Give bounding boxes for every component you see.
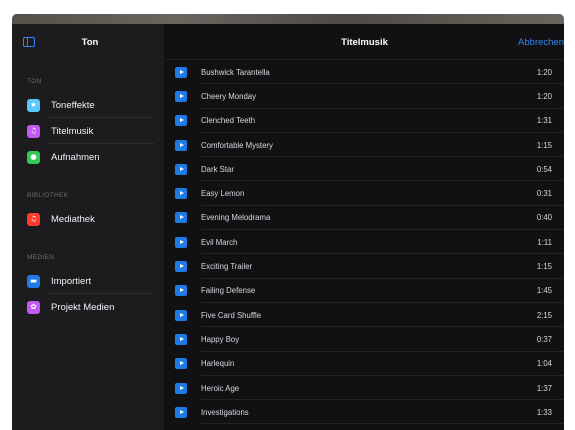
sidebar-item-aufnahmen[interactable]: ● Aufnahmen [12,144,164,170]
sidebar-item-label: Mediathek [51,213,95,225]
track-duration: 1:37 [536,383,552,393]
sidebar-header: Ton [12,24,164,60]
track-duration: 1:45 [536,286,552,296]
play-icon[interactable] [175,261,187,273]
play-icon[interactable] [175,212,187,224]
track-name: Evil March [201,237,238,247]
track-name: Clenched Teeth [201,116,256,126]
track-row[interactable]: Exciting Trailer 1:15 [165,254,564,279]
play-icon[interactable] [175,358,187,370]
sidebar-item-importiert[interactable]: ▬ Importiert [12,268,164,294]
track-name: Heroic Age [201,383,240,393]
play-icon[interactable] [175,333,187,345]
play-icon[interactable] [175,66,187,78]
music-note-icon: ♫ [27,124,40,138]
track-duration: 0:54 [536,164,552,174]
music-library-icon: ♫ [27,212,40,226]
track-duration: 1:33 [536,407,552,417]
track-duration: 2:15 [536,310,552,320]
play-icon[interactable] [175,115,187,127]
sidebar-item-label: Projekt Medien [51,301,115,313]
track-duration: 1:11 [537,237,552,247]
track-name: Evening Melodrama [201,213,271,223]
section-label: MEDIEN [27,254,55,261]
track-row[interactable]: Cheery Monday 1:20 [165,84,564,109]
track-duration: 1:20 [536,91,552,101]
play-icon[interactable] [175,236,187,248]
photos-icon: ✿ [27,300,40,314]
track-row[interactable]: Evening Melodrama 0:40 [165,206,564,231]
track-row[interactable]: Bushwick Tarantella 1:20 [165,60,564,85]
track-row[interactable]: Clenched Teeth 1:31 [165,109,564,134]
track-row[interactable]: Happy Boy 0:37 [165,327,564,352]
track-duration: 0:37 [536,334,552,344]
track-duration: 1:15 [536,140,552,150]
track-name: Exciting Trailer [201,262,253,272]
track-name: Investigations [201,407,249,417]
sidebar-item-projekt-medien[interactable]: ✿ Projekt Medien [12,294,164,320]
sidebar-item-toneffekte[interactable]: ★ Toneffekte [12,92,164,118]
track-row[interactable]: Heroic Age 1:37 [165,376,564,401]
track-name: Harlequin [201,359,235,369]
track-name: Happy Boy [201,334,240,344]
microphone-icon: ● [27,150,40,164]
track-row[interactable]: Evil March 1:11 [165,230,564,255]
track-duration: 1:04 [536,359,552,369]
sidebar-item-label: Titelmusik [51,125,94,137]
play-icon[interactable] [175,90,187,102]
folder-icon: ▬ [27,274,40,288]
sidebar-item-titelmusik[interactable]: ♫ Titelmusik [12,118,164,144]
star-icon: ★ [27,98,40,112]
sidebar-sections: TON ★ Toneffekte ♫ Titelmusik ● Aufnahmen BIBLI… [12,78,164,320]
track-name: Bushwick Tarantella [201,67,270,77]
track-name: Failing Defense [201,286,256,296]
track-duration: 1:20 [536,67,552,77]
main-panel: Titelmusik Abbrechen Bushwick Tarantella… [165,24,564,430]
main-header: Titelmusik Abbrechen [165,24,564,60]
track-duration: 0:31 [536,189,552,199]
track-list: Bushwick Tarantella 1:20 Cheery Monday 1:20… [165,60,564,425]
sidebar-item-label: Toneffekte [51,99,95,111]
track-name: Dark Star [201,164,234,174]
section-label: BIBLIOTHEK [27,192,69,199]
track-row[interactable]: Investigations 1:33 [165,400,564,425]
track-row[interactable]: Easy Lemon 0:31 [165,181,564,207]
track-name: Comfortable Mystery [201,140,273,150]
play-icon[interactable] [175,139,187,151]
cancel-button[interactable]: Abbrechen [518,37,564,48]
track-row[interactable]: Harlequin 1:04 [165,352,564,377]
play-icon[interactable] [175,309,187,321]
track-row[interactable]: Dark Star 0:54 [165,157,564,182]
play-icon[interactable] [175,188,187,200]
track-duration: 1:31 [536,116,552,126]
track-name: Five Card Shuffle [201,310,262,320]
page-title: Titelmusik [341,37,388,48]
track-row[interactable]: Comfortable Mystery 1:15 [165,133,564,158]
sidebar-item-label: Aufnahmen [51,151,100,163]
sidebar-item-mediathek[interactable]: ♫ Mediathek [12,206,164,232]
app-window: Ton TON ★ Toneffekte ♫ Titelmusik ● Aufnahmen B… [12,14,564,430]
sidebar-title: Ton [81,37,99,48]
track-name: Cheery Monday [201,91,257,101]
track-row[interactable]: Five Card Shuffle 2:15 [165,303,564,328]
track-duration: 1:15 [536,262,552,272]
sidebar: Ton TON ★ Toneffekte ♫ Titelmusik ● Aufnahmen B… [12,24,164,430]
track-row[interactable]: Failing Defense 1:45 [165,279,564,304]
track-duration: 0:40 [536,213,552,223]
play-icon[interactable] [175,285,187,297]
play-icon[interactable] [175,406,187,418]
background-strip [12,14,564,24]
play-icon[interactable] [175,382,187,394]
play-icon[interactable] [175,163,187,175]
section-label: TON [27,78,42,85]
sidebar-item-label: Importiert [51,275,92,287]
track-name: Easy Lemon [201,189,245,199]
